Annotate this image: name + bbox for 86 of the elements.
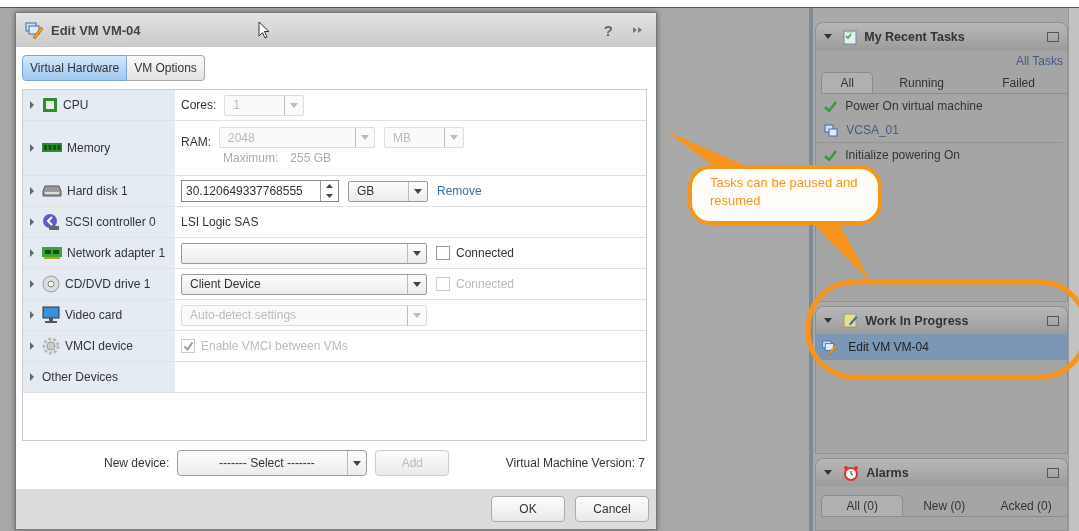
caret-icon [413,281,421,287]
expand-arrow-icon[interactable] [29,373,35,381]
device-label: VMCI device [65,339,134,353]
expand-arrow-icon[interactable] [29,218,35,226]
caret-icon [290,102,299,108]
alarm-clock-icon [843,464,860,481]
network-card-icon [42,246,62,260]
device-dropdown[interactable]: ------- Select ------- [177,450,368,476]
expand-arrow-icon[interactable] [29,101,35,109]
panel-title: Alarms [866,465,909,480]
expand-arrow-icon[interactable] [29,311,35,319]
collapse-icon[interactable] [824,318,833,323]
field-label: RAM: [181,135,211,149]
device-label: CPU [63,98,89,112]
caret-icon [413,312,421,318]
device-label: SCSI controller 0 [65,215,156,229]
dropdown[interactable]: GB [348,180,428,202]
vm-version: Virtual Machine Version: 7 [505,456,645,470]
vm-edit-icon [24,21,44,39]
gear-icon [42,337,60,355]
expand-icon[interactable] [632,25,644,35]
expand-arrow-icon[interactable] [29,342,35,350]
device-label: Video card [65,308,123,322]
device-label: Hard disk 1 [67,184,128,198]
maximize-icon[interactable] [1047,315,1059,326]
tab[interactable]: VM Options [127,55,205,81]
callout: Tasks can be paused and resumed [688,165,882,225]
tab[interactable]: Virtual Hardware [22,55,128,81]
vm-link[interactable]: VCSA_01 [846,123,899,137]
monitor-icon [42,306,60,324]
check-icon [824,100,838,112]
collapse-icon[interactable] [824,470,833,475]
task-name: Initialize powering On [845,148,960,162]
device-label: Network adapter 1 [67,246,166,260]
expand-arrow-icon[interactable] [29,249,35,257]
caret-icon [450,135,458,140]
tab[interactable]: New (0) [903,496,986,516]
tab[interactable]: All [821,72,874,93]
collapse-icon[interactable] [824,34,833,39]
device-label: CD/DVD drive 1 [65,277,151,291]
controller-type: LSI Logic SAS [181,215,259,229]
expand-arrow-icon[interactable] [29,187,35,195]
all-tasks-link[interactable]: All Tasks [1015,54,1063,68]
cancel-button[interactable]: Cancel [575,496,649,522]
scrollbar[interactable] [1068,8,1079,531]
mouse-cursor-icon [257,21,270,39]
caret-icon [413,250,421,256]
caret-icon [414,188,422,194]
vm-icon [824,123,839,137]
remove-link[interactable]: Remove [437,184,482,198]
field-label: Cores: [181,98,217,112]
panel-title: Work In Progress [865,313,969,328]
checkmark-icon [182,340,194,352]
work-item[interactable]: Edit VM VM-04 [816,334,1067,360]
vm-edit-icon [821,339,839,355]
task-name: Power On virtual machine [845,99,983,113]
new-device-label: New device: [104,456,170,470]
caret-icon [353,460,362,466]
notepad-icon [843,313,859,328]
dropdown[interactable]: Client Device [181,273,427,295]
ok-button[interactable]: OK [491,496,565,522]
controller-icon [42,213,60,231]
maximize-icon[interactable] [1047,467,1059,478]
checkbox[interactable]: Connected [436,246,515,260]
dropdown[interactable] [181,242,427,264]
help-button[interactable]: ? [603,21,613,39]
tab[interactable]: Failed [970,73,1068,93]
dialog-title: Edit VM VM-04 [51,22,141,38]
expand-arrow-icon[interactable] [29,144,35,152]
caret-icon [361,135,369,140]
size-spinner[interactable]: 30.120649337768555 [181,180,339,202]
tab[interactable]: Running [873,73,971,93]
clipboard-icon [843,28,858,45]
check-icon [824,149,838,161]
memory-module-icon [42,142,62,154]
tab[interactable]: All (0) [821,495,904,516]
maximize-icon[interactable] [1047,31,1059,42]
tab[interactable]: Acked (0) [985,496,1068,516]
device-label: Other Devices [42,370,119,384]
panel-title: My Recent Tasks [864,29,965,44]
chip-icon [42,97,58,113]
expand-arrow-icon[interactable] [29,280,35,288]
device-label: Memory [67,141,111,155]
maximum-value: 255 GB [290,151,332,165]
maximum-label: Maximum: [223,151,279,165]
disc-icon [42,275,60,293]
